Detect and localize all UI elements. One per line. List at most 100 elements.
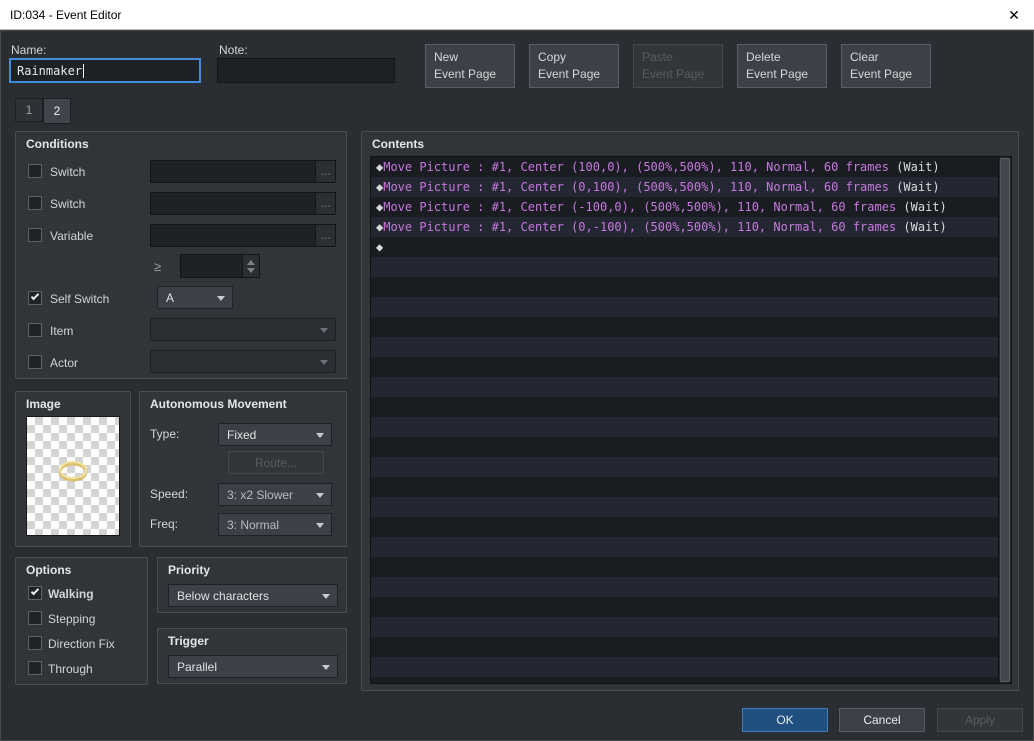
event-command-row[interactable]: ◆ bbox=[371, 237, 1011, 257]
self-switch-select[interactable]: A bbox=[157, 286, 233, 309]
walking-checkbox[interactable] bbox=[28, 586, 42, 600]
contents-title: Contents bbox=[372, 137, 424, 151]
movement-type-select[interactable]: Fixed bbox=[218, 423, 332, 446]
event-command-list[interactable]: ◆ Move Picture : #1, Center (100,0), (500… bbox=[370, 156, 1012, 684]
actor-checkbox[interactable] bbox=[28, 355, 42, 369]
trigger-group: Trigger Parallel bbox=[157, 628, 347, 684]
copy-event-page-button[interactable]: Copy Event Page bbox=[529, 44, 619, 88]
speed-label: Speed: bbox=[150, 487, 189, 501]
clear-event-page-button[interactable]: Clear Event Page bbox=[841, 44, 931, 88]
movement-freq-select[interactable]: 3: Normal bbox=[218, 513, 332, 536]
tab-page-2[interactable]: 2 bbox=[43, 98, 71, 124]
gte-label: ≥ bbox=[154, 259, 162, 274]
name-label: Name: bbox=[11, 43, 47, 57]
self-switch-value: A bbox=[166, 290, 175, 305]
switch1-checkbox[interactable] bbox=[28, 164, 42, 178]
spinner-buttons bbox=[242, 255, 259, 277]
vertical-scrollbar[interactable] bbox=[998, 157, 1011, 683]
direction-fix-checkbox[interactable] bbox=[28, 636, 42, 650]
switch2-label: Switch bbox=[50, 197, 86, 211]
dialog-body: Name: Rainmaker Note: New Event Page Cop… bbox=[0, 30, 1034, 741]
note-label: Note: bbox=[219, 43, 248, 57]
command-wait-flag: (Wait) bbox=[888, 180, 940, 194]
trigger-title: Trigger bbox=[168, 634, 209, 648]
command-bullet: ◆ bbox=[376, 240, 384, 254]
priority-title: Priority bbox=[168, 563, 211, 577]
self-switch-checkbox[interactable] bbox=[28, 291, 42, 305]
delete-event-page-button[interactable]: Delete Event Page bbox=[737, 44, 827, 88]
event-editor-window: ID:034 - Event Editor ✕ Name: Rainmaker … bbox=[0, 0, 1034, 741]
variable-checkbox[interactable] bbox=[28, 228, 42, 242]
stepping-checkbox[interactable] bbox=[28, 611, 42, 625]
chevron-down-icon bbox=[322, 594, 330, 599]
checkmark-icon bbox=[30, 586, 40, 596]
event-command-text: Move Picture : #1, Center (100,0), (500%… bbox=[383, 160, 889, 174]
switch1-label: Switch bbox=[50, 165, 86, 179]
variable-value-spinner bbox=[180, 254, 260, 278]
variable-browse-button: … bbox=[315, 225, 335, 246]
item-label: Item bbox=[50, 324, 74, 338]
priority-value: Below characters bbox=[177, 588, 270, 603]
variable-field: … bbox=[150, 224, 336, 247]
command-wait-flag: (Wait) bbox=[888, 160, 940, 174]
trigger-value: Parallel bbox=[177, 659, 218, 674]
scrollbar-thumb[interactable] bbox=[1000, 158, 1010, 682]
through-label: Through bbox=[48, 662, 93, 676]
chevron-down-icon bbox=[320, 360, 328, 365]
cancel-button[interactable]: Cancel bbox=[839, 708, 925, 732]
movement-speed-select[interactable]: 3: x2 Slower bbox=[218, 483, 332, 506]
checkmark-icon bbox=[30, 291, 40, 301]
ok-button[interactable]: OK bbox=[742, 708, 828, 732]
direction-fix-label: Direction Fix bbox=[48, 637, 115, 651]
conditions-title: Conditions bbox=[26, 137, 89, 151]
spinner-up-icon bbox=[247, 259, 255, 265]
image-title: Image bbox=[26, 397, 61, 411]
apply-button: Apply bbox=[937, 708, 1023, 732]
text-cursor bbox=[83, 63, 85, 78]
walking-label: Walking bbox=[48, 587, 94, 601]
movement-title: Autonomous Movement bbox=[150, 397, 287, 411]
name-input[interactable]: Rainmaker bbox=[9, 58, 201, 83]
event-image-preview[interactable] bbox=[26, 416, 120, 536]
event-command-row[interactable]: ◆Move Picture : #1, Center (0,-100), (50… bbox=[371, 217, 1011, 237]
chevron-down-icon bbox=[320, 328, 328, 333]
spinner-down-icon bbox=[247, 267, 255, 273]
self-switch-label: Self Switch bbox=[50, 292, 110, 306]
event-command-row[interactable]: ◆Move Picture : #1, Center (0,100), (500… bbox=[371, 177, 1011, 197]
item-checkbox[interactable] bbox=[28, 323, 42, 337]
event-command-row[interactable]: ◆Move Picture : #1, Center (100,0), (500… bbox=[371, 157, 1011, 177]
event-command-text: Move Picture : #1, Center (0,-100), (500… bbox=[383, 220, 897, 234]
event-command-row[interactable]: ◆Move Picture : #1, Center (-100,0), (50… bbox=[371, 197, 1011, 217]
type-label: Type: bbox=[150, 427, 180, 441]
item-select bbox=[150, 318, 336, 341]
movement-freq-value: 3: Normal bbox=[227, 517, 280, 532]
actor-label: Actor bbox=[50, 356, 79, 370]
variable-label: Variable bbox=[50, 229, 94, 243]
stepping-label: Stepping bbox=[48, 612, 96, 626]
switch2-checkbox[interactable] bbox=[28, 196, 42, 210]
autonomous-movement-group: Autonomous Movement Type: Fixed Route...… bbox=[139, 391, 347, 547]
new-event-page-button[interactable]: New Event Page bbox=[425, 44, 515, 88]
name-value: Rainmaker bbox=[17, 63, 83, 78]
event-command-text: Move Picture : #1, Center (0,100), (500%… bbox=[383, 180, 889, 194]
note-input[interactable] bbox=[217, 58, 395, 83]
close-icon[interactable]: ✕ bbox=[1004, 5, 1024, 25]
window-title: ID:034 - Event Editor bbox=[10, 7, 122, 22]
tab-page-1[interactable]: 1 bbox=[15, 98, 43, 122]
through-checkbox[interactable] bbox=[28, 661, 42, 675]
priority-select[interactable]: Below characters bbox=[168, 584, 338, 607]
command-wait-flag: (Wait) bbox=[896, 200, 947, 214]
paste-event-page-button: Paste Event Page bbox=[633, 44, 723, 88]
priority-group: Priority Below characters bbox=[157, 557, 347, 613]
chevron-down-icon bbox=[316, 493, 324, 498]
conditions-group: Conditions Switch … Switch … Variable … … bbox=[15, 131, 347, 379]
character-sprite bbox=[58, 461, 88, 482]
switch1-field: … bbox=[150, 160, 336, 183]
chevron-down-icon bbox=[316, 523, 324, 528]
movement-speed-value: 3: x2 Slower bbox=[227, 487, 294, 502]
options-group: Options Walking Stepping Direction Fix T… bbox=[15, 557, 148, 685]
movement-type-value: Fixed bbox=[227, 427, 257, 442]
freq-label: Freq: bbox=[150, 517, 179, 531]
trigger-select[interactable]: Parallel bbox=[168, 655, 338, 678]
actor-select bbox=[150, 350, 336, 373]
